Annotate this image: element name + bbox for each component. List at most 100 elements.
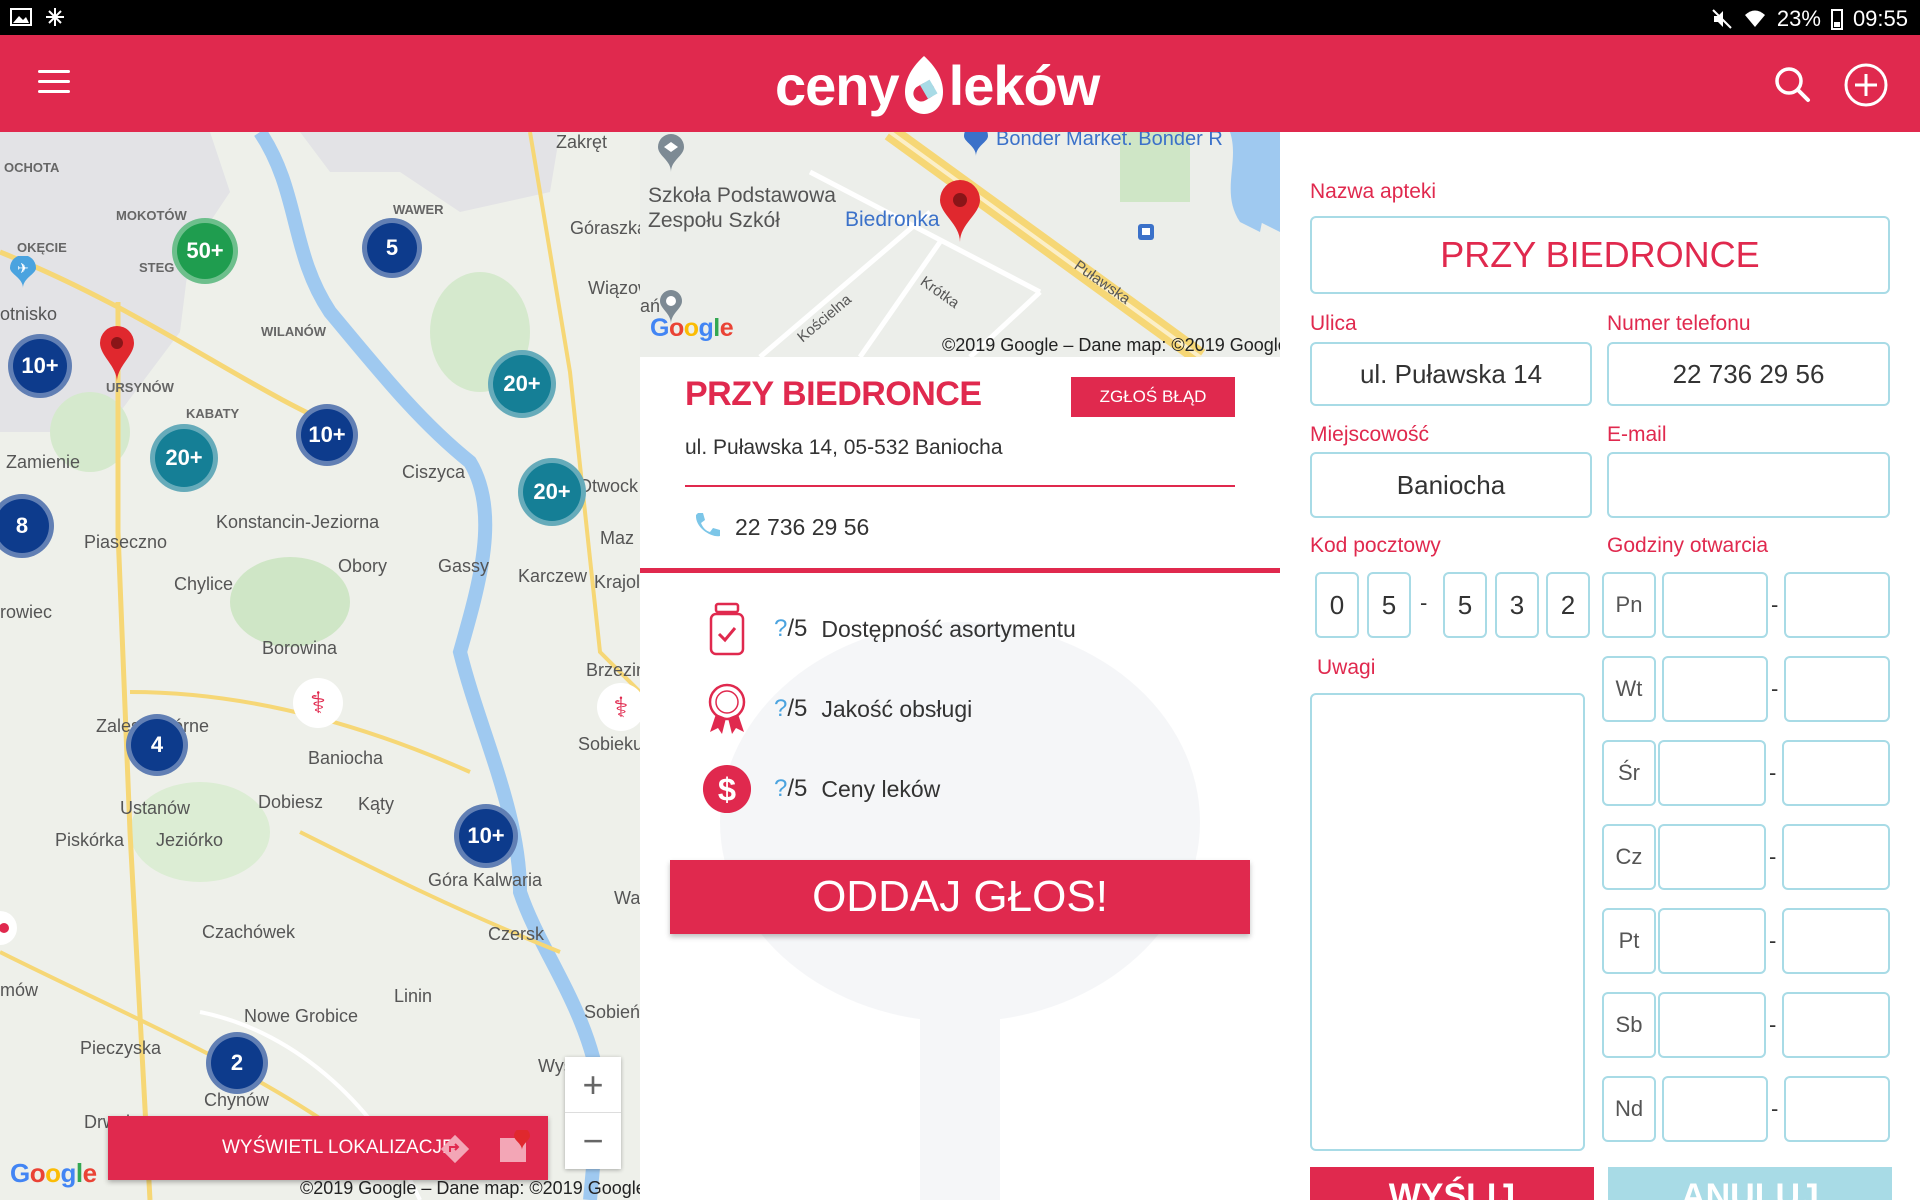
- map-cluster-marker[interactable]: 20+: [150, 424, 218, 492]
- street-field[interactable]: ul. Puławska 14: [1310, 342, 1592, 406]
- zoom-out-button[interactable]: −: [565, 1113, 621, 1169]
- closing-time-field[interactable]: [1784, 656, 1890, 722]
- divider: [685, 485, 1235, 487]
- map-label: Nowe Grobice: [244, 1006, 359, 1026]
- map-label: rowiec: [0, 602, 53, 622]
- svg-text:⚕: ⚕: [310, 686, 326, 721]
- cancel-button[interactable]: ANULUJ: [1608, 1167, 1892, 1200]
- hours-dash: -: [1771, 592, 1779, 617]
- map-label: Piskórka: [55, 830, 125, 850]
- pharmacy-map[interactable]: OCHOTA MOKOTÓW WAWER OKĘCIE STEG WILANÓW…: [0, 132, 640, 1200]
- search-icon[interactable]: [1772, 64, 1812, 104]
- phone-field[interactable]: 22 736 29 56: [1607, 342, 1890, 406]
- map-cluster-marker[interactable]: 20+: [488, 350, 556, 418]
- map-cluster-marker[interactable]: 10+: [8, 334, 72, 398]
- opening-time-field[interactable]: [1662, 572, 1768, 638]
- map-label: Góra Kalwaria: [428, 870, 543, 890]
- rating-label: Ceny leków: [821, 775, 941, 802]
- opening-time-field[interactable]: [1658, 824, 1766, 890]
- map-label: Zakręt: [556, 132, 608, 152]
- map-label: URSYNÓW: [106, 380, 174, 395]
- city-field[interactable]: Baniocha: [1310, 452, 1592, 518]
- closing-time-field[interactable]: [1782, 992, 1890, 1058]
- map-cluster-marker[interactable]: 20+: [518, 458, 586, 526]
- map-label: Karczew: [518, 566, 588, 586]
- notes-field[interactable]: [1310, 693, 1585, 1151]
- pharmacy-name-field[interactable]: PRZY BIEDRONCE: [1310, 216, 1890, 294]
- postal-code-digit-field[interactable]: 5: [1367, 572, 1411, 638]
- pharmacy-marker-icon[interactable]: [0, 910, 18, 946]
- phone-icon[interactable]: [692, 510, 722, 540]
- postal-code-digit-field[interactable]: 2: [1546, 572, 1590, 638]
- hours-dash: -: [1769, 844, 1777, 869]
- shop-pin-icon: [964, 132, 988, 156]
- map-label: Linin: [394, 986, 433, 1006]
- zoom-in-button[interactable]: +: [565, 1057, 621, 1113]
- battery-percent: 23%: [1776, 6, 1821, 31]
- map-cluster-marker[interactable]: 2: [206, 1032, 268, 1094]
- day-label: Cz: [1602, 824, 1656, 890]
- map-label: Baniocha: [308, 748, 384, 768]
- opening-time-field[interactable]: [1658, 740, 1766, 806]
- rating-label: Jakość obsługi: [821, 695, 973, 722]
- map-label: Chylice: [174, 574, 234, 594]
- opening-time-field[interactable]: [1658, 908, 1766, 974]
- pharmacy-phone[interactable]: 22 736 29 56: [735, 514, 869, 541]
- postal-code-digit-field[interactable]: 5: [1443, 572, 1487, 638]
- show-location-button[interactable]: WYŚWIETL LOKALIZACJĘ: [108, 1116, 548, 1180]
- svg-text:⚕: ⚕: [613, 691, 628, 724]
- vote-button[interactable]: ODDAJ GŁOS!: [670, 860, 1250, 934]
- email-field[interactable]: [1607, 452, 1890, 518]
- pharmacy-minimap[interactable]: Bonder Market. Bonder R Szkoła Podstawow…: [640, 132, 1280, 357]
- map-label: Borowina: [262, 638, 338, 658]
- map-label: Ustanów: [120, 798, 191, 818]
- report-error-button[interactable]: ZGŁOŚ BŁĄD: [1071, 377, 1235, 417]
- closing-time-field[interactable]: [1782, 824, 1890, 890]
- map-label: OCHOTA: [4, 160, 60, 175]
- show-location-label: WYŚWIETL LOKALIZACJĘ: [222, 1137, 455, 1158]
- battery-icon: [1830, 9, 1843, 30]
- map-label: mów: [0, 980, 39, 1000]
- day-label: Wt: [1602, 656, 1656, 722]
- bus-stop-icon: [1138, 224, 1154, 240]
- postal-code-digit-field[interactable]: 3: [1495, 572, 1539, 638]
- clock: 09:55: [1852, 6, 1908, 31]
- app-bar: ceny leków: [0, 35, 1920, 132]
- pharmacy-marker-icon[interactable]: ⚕: [596, 682, 640, 732]
- map-cluster-marker[interactable]: 5: [362, 218, 422, 278]
- opening-time-field[interactable]: [1662, 656, 1768, 722]
- pharmacy-name: PRZY BIEDRONCE: [685, 375, 982, 413]
- closing-time-field[interactable]: [1782, 740, 1890, 806]
- map-cluster-marker[interactable]: 4: [126, 714, 188, 776]
- map-cluster-marker[interactable]: 10+: [454, 804, 518, 868]
- day-label: Sb: [1602, 992, 1656, 1058]
- map-cluster-marker[interactable]: 10+: [296, 404, 358, 466]
- red-location-pin-icon[interactable]: [98, 326, 136, 382]
- hamburger-menu-icon[interactable]: [38, 70, 70, 96]
- hours-dash: -: [1769, 928, 1777, 953]
- pill-logo-icon: [903, 54, 945, 116]
- medicine-bottle-icon: [702, 602, 752, 656]
- closing-time-field[interactable]: [1782, 908, 1890, 974]
- directions-icon: [440, 1134, 470, 1164]
- logo-text-right: leków: [948, 53, 1101, 117]
- opening-time-field[interactable]: [1662, 1076, 1768, 1142]
- pharmacy-marker-icon[interactable]: ⚕: [292, 677, 344, 729]
- map-cluster-marker[interactable]: 50+: [172, 218, 238, 284]
- map-label: WAWER: [393, 202, 444, 217]
- minimap-label: Zespołu Szkół: [648, 209, 780, 232]
- rating-row-prices: $ ?/5 Ceny leków: [702, 762, 940, 816]
- opening-time-field[interactable]: [1658, 992, 1766, 1058]
- send-button[interactable]: WYŚLIJ: [1310, 1167, 1594, 1200]
- postal-code-digit-field[interactable]: 0: [1315, 572, 1359, 638]
- rating-value: ?/5: [774, 695, 808, 722]
- minimap-label: Biedronka: [845, 208, 940, 231]
- map-label: Piaseczno: [84, 532, 168, 552]
- map-label: Ciszyca: [402, 462, 466, 482]
- postal-code-dash: -: [1420, 590, 1428, 615]
- street-label: Ulica: [1310, 312, 1357, 335]
- closing-time-field[interactable]: [1784, 572, 1890, 638]
- add-pharmacy-icon[interactable]: [1843, 62, 1889, 108]
- closing-time-field[interactable]: [1784, 1076, 1890, 1142]
- notes-label: Uwagi: [1317, 656, 1376, 679]
